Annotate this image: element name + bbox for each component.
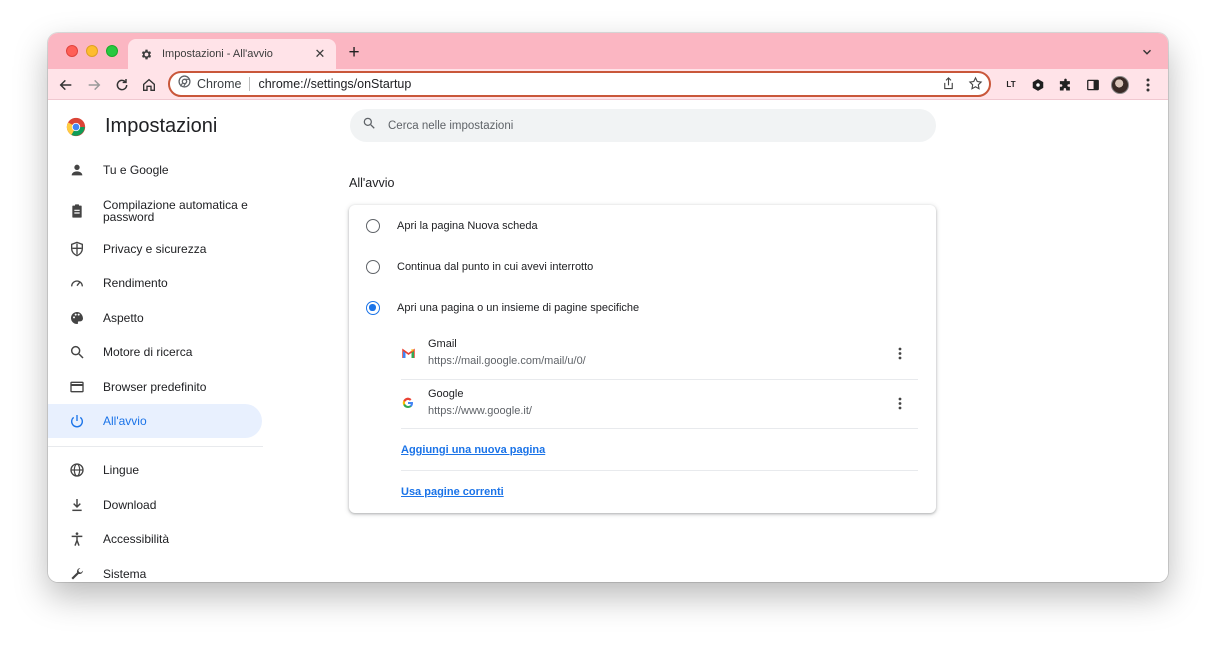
address-bar[interactable]: Chrome chrome://settings/onStartup [168,71,991,97]
chrome-logo-icon [66,117,86,137]
sidebar-item-downloads[interactable]: Download [48,488,262,522]
sidebar-item-tu-e-google[interactable]: Tu e Google [48,153,262,187]
radio-button[interactable] [366,260,380,274]
row-divider [401,470,918,471]
side-panel-icon[interactable] [1084,76,1102,94]
startup-page-google: Google https://www.google.it/ [401,380,918,428]
profile-avatar[interactable] [1111,76,1129,94]
extensions-puzzle-icon[interactable] [1056,76,1074,94]
radio-button[interactable] [366,219,380,233]
settings-header: Impostazioni [66,115,217,138]
section-title: All'avvio [349,176,395,190]
browser-window-icon [68,378,86,396]
palette-icon [68,309,86,327]
sidebar-item-default-browser[interactable]: Browser predefinito [48,370,262,404]
tab-search-chevron-icon[interactable] [1140,45,1154,59]
power-icon [68,412,86,430]
toolbar: Chrome chrome://settings/onStartup LT [48,69,1168,100]
radio-button-checked[interactable] [366,301,380,315]
settings-search[interactable] [350,109,936,142]
sidebar-item-accessibility[interactable]: Accessibilità [48,522,262,556]
url-text[interactable]: chrome://settings/onStartup [258,77,411,91]
tab-title: Impostazioni - All'avvio [162,48,273,60]
back-arrow-icon[interactable] [57,76,75,94]
sidebar-item-performance[interactable]: Rendimento [48,266,262,300]
page-title: Impostazioni [105,115,218,137]
bookmark-star-icon[interactable] [968,76,983,96]
clipboard-icon [68,202,86,220]
chrome-site-icon [178,75,191,93]
hexagon-extension-icon[interactable] [1029,76,1047,94]
sidebar-item-autofill[interactable]: Compilazione automatica e password [48,191,262,231]
settings-page: Impostazioni Tu e Google Compilazione au… [48,101,1168,582]
tab-close-icon[interactable]: ✕ [312,46,328,62]
add-new-page-link[interactable]: Aggiungi una nuova pagina [401,444,545,456]
languagetool-extension-icon[interactable]: LT [1002,76,1020,94]
share-icon[interactable] [941,76,956,96]
tab-settings[interactable]: Impostazioni - All'avvio ✕ [128,39,336,69]
wrench-icon [68,565,86,582]
omnibox-separator [249,77,251,91]
page-url: https://mail.google.com/mail/u/0/ [428,355,586,367]
download-icon [68,496,86,514]
sidebar-item-languages[interactable]: Lingue [48,453,262,487]
person-icon [68,161,86,179]
more-actions-kebab-icon[interactable] [892,344,908,362]
startup-card: Apri la pagina Nuova scheda Continua dal… [349,205,936,513]
sidebar-item-appearance[interactable]: Aspetto [48,301,262,335]
shield-icon [68,240,86,258]
search-icon [68,343,86,361]
startup-page-gmail: Gmail https://mail.google.com/mail/u/0/ [401,330,918,378]
google-icon [401,396,415,410]
accessibility-icon [68,530,86,548]
use-current-pages-link[interactable]: Usa pagine correnti [401,486,504,498]
new-tab-button[interactable]: + [344,42,364,63]
sidebar-item-on-startup[interactable]: All'avvio [48,404,262,438]
page-name: Gmail [428,338,457,350]
gmail-icon [401,346,415,360]
home-icon[interactable] [140,76,158,94]
sidebar-divider [48,446,263,447]
sidebar-item-search-engine[interactable]: Motore di ricerca [48,335,262,369]
minimize-window-button[interactable] [86,45,98,57]
speedometer-icon [68,274,86,292]
site-name-label: Chrome [197,77,242,91]
gear-icon [139,47,153,61]
search-icon [362,116,376,135]
page-name: Google [428,388,464,400]
zoom-window-button[interactable] [106,45,118,57]
row-divider [401,428,918,429]
menu-kebab-icon[interactable] [1139,76,1157,94]
globe-icon [68,461,86,479]
radio-continue[interactable]: Continua dal punto in cui avevi interrot… [366,257,593,277]
radio-new-tab[interactable]: Apri la pagina Nuova scheda [366,216,538,236]
browser-window: Impostazioni - All'avvio ✕ + Chrome chro… [48,33,1168,582]
reload-icon[interactable] [113,76,131,94]
tab-strip: Impostazioni - All'avvio ✕ + [48,33,1168,69]
page-url: https://www.google.it/ [428,405,532,417]
sidebar-item-system[interactable]: Sistema [48,557,262,582]
sidebar-item-privacy[interactable]: Privacy e sicurezza [48,232,262,266]
close-window-button[interactable] [66,45,78,57]
radio-specific-pages[interactable]: Apri una pagina o un insieme di pagine s… [366,298,639,318]
forward-arrow-icon[interactable] [85,76,103,94]
search-input[interactable] [388,119,868,132]
more-actions-kebab-icon[interactable] [892,394,908,412]
